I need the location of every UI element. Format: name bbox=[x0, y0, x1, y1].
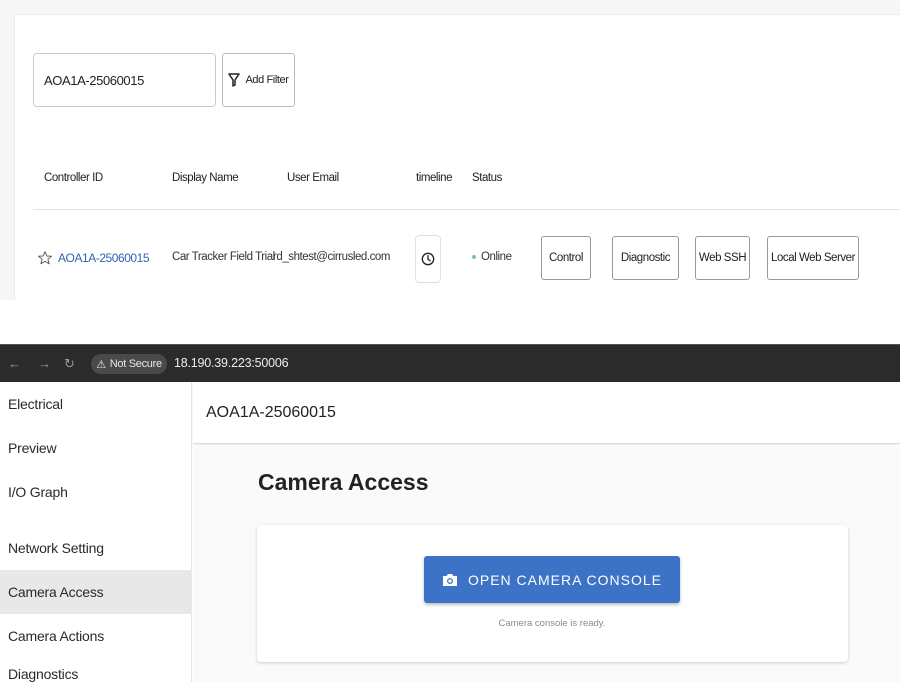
timeline-button[interactable] bbox=[415, 235, 441, 283]
search-input-box[interactable] bbox=[33, 53, 216, 107]
status-text: Online bbox=[481, 251, 512, 263]
reload-icon[interactable]: ↻ bbox=[64, 356, 75, 372]
security-badge[interactable]: ⚠ Not Secure bbox=[91, 354, 167, 374]
sidebar-item-camera-actions[interactable]: Camera Actions bbox=[0, 614, 192, 658]
console-status-text: Camera console is ready. bbox=[498, 618, 606, 629]
web-ssh-button[interactable]: Web SSH bbox=[695, 236, 750, 280]
sidebar-item-electrical[interactable]: Electrical bbox=[0, 382, 192, 426]
controller-id-link[interactable]: AOA1A-25060015 bbox=[58, 251, 150, 265]
page-title: Camera Access bbox=[258, 469, 429, 495]
sidebar-item-io-graph[interactable]: I/O Graph bbox=[0, 470, 192, 514]
control-button[interactable]: Control bbox=[541, 236, 591, 280]
forward-arrow-icon[interactable]: → bbox=[38, 356, 51, 371]
clock-icon bbox=[421, 252, 435, 266]
search-input[interactable] bbox=[44, 72, 204, 88]
user-email-cell: rd_shtest@cirrusled.com bbox=[273, 251, 391, 263]
header-title: AOA1A-25060015 bbox=[206, 403, 336, 421]
local-web-server-button[interactable]: Local Web Server bbox=[767, 236, 859, 280]
column-header-timeline[interactable]: timeline bbox=[416, 172, 452, 184]
column-header-status[interactable]: Status bbox=[472, 172, 502, 184]
status-dot bbox=[472, 255, 476, 259]
camera-icon bbox=[442, 573, 457, 586]
security-label: Not Secure bbox=[109, 358, 162, 370]
table-divider bbox=[33, 209, 900, 210]
sidebar-item-diagnostics[interactable]: Diagnostics bbox=[0, 658, 192, 682]
diagnostic-button[interactable]: Diagnostic bbox=[612, 236, 679, 280]
sidebar-item-preview[interactable]: Preview bbox=[0, 426, 192, 470]
filter-icon bbox=[228, 73, 241, 87]
back-arrow-icon[interactable]: ← bbox=[8, 356, 21, 371]
column-header-controller-id[interactable]: Controller ID bbox=[44, 172, 103, 184]
column-header-display-name[interactable]: Display Name bbox=[172, 172, 239, 184]
display-name-cell: Car Tracker Field Trial bbox=[172, 251, 275, 263]
address-bar-url[interactable]: 18.190.39.223:50006 bbox=[174, 356, 289, 370]
sidebar-item-network-setting[interactable]: Network Setting bbox=[0, 526, 192, 570]
add-filter-button[interactable]: Add Filter bbox=[222, 53, 295, 107]
column-header-user-email[interactable]: User Email bbox=[287, 172, 339, 184]
open-camera-console-button[interactable]: OPEN CAMERA CONSOLE bbox=[424, 556, 680, 603]
add-filter-label: Add Filter bbox=[245, 74, 289, 86]
star-outline-icon[interactable] bbox=[37, 250, 53, 266]
app-header: AOA1A-25060015 bbox=[193, 382, 900, 444]
sidebar-item-camera-access[interactable]: Camera Access bbox=[0, 570, 192, 614]
sidebar: Electrical Preview I/O Graph Network Set… bbox=[0, 382, 192, 682]
warning-triangle-icon: ⚠ bbox=[96, 358, 106, 371]
open-camera-console-label: OPEN CAMERA CONSOLE bbox=[467, 571, 663, 588]
